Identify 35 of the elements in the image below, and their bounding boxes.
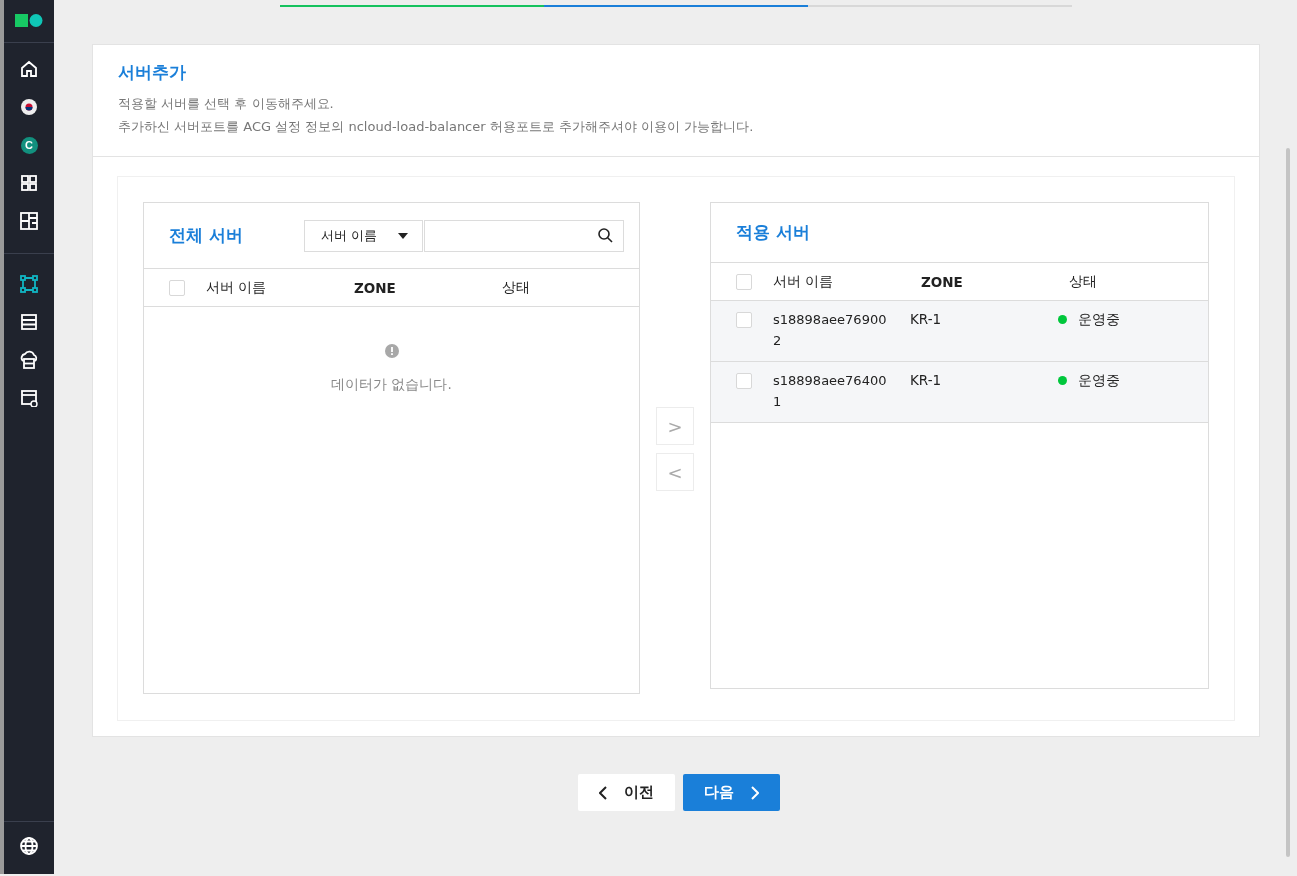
search-icon xyxy=(598,228,613,243)
table-cell-text: s18898aee769002 xyxy=(773,311,888,350)
board-icon[interactable] xyxy=(17,209,41,233)
chevron-icon xyxy=(749,785,759,800)
search-field[interactable] xyxy=(424,219,624,252)
column-header: 상태 xyxy=(1069,272,1097,291)
column-header: 서버 이름 xyxy=(773,272,835,291)
column-header: ZONE xyxy=(354,279,397,296)
list-title: 전체 서버 xyxy=(169,224,244,247)
network-icon[interactable] xyxy=(17,272,41,296)
status-text: 운영중 xyxy=(1078,310,1120,329)
empty-message: 데이터가 없습니다. xyxy=(331,376,452,394)
description-text: 추가하신 서버포트를 ACG 설정 정보의 ncloud-load-balancer 허용포트로 추가해주셔야 이용이 가능합니다. xyxy=(118,118,755,136)
checkbox[interactable] xyxy=(736,312,752,328)
logo-icon xyxy=(15,14,43,28)
chevron-icon xyxy=(598,785,608,800)
table-cell-text: KR-1 xyxy=(910,310,943,329)
description-text: 적용할 서버를 선택 후 이동해주세요. xyxy=(118,95,335,113)
list-title: 적용 서버 xyxy=(736,221,811,244)
filter-dropdown[interactable]: 서버 이름 xyxy=(304,219,423,252)
column-header: 상태 xyxy=(502,278,530,297)
status-text: 운영중 xyxy=(1078,371,1120,390)
checkbox[interactable] xyxy=(169,279,185,296)
checkbox[interactable] xyxy=(736,373,752,389)
checkbox[interactable] xyxy=(736,273,752,290)
previous-button[interactable]: 이전 xyxy=(577,774,675,811)
caret-icon xyxy=(398,232,408,239)
column-header: ZONE xyxy=(921,273,964,290)
section-title: 서버추가 xyxy=(118,61,187,84)
table-cell-text: KR-1 xyxy=(910,371,943,390)
table-cell-text: s18898aee764001 xyxy=(773,372,888,411)
next-button[interactable]: 다음 xyxy=(682,774,780,811)
info-icon xyxy=(384,344,399,358)
globe-icon[interactable] xyxy=(17,834,41,858)
column-header: 서버 이름 xyxy=(206,278,268,297)
